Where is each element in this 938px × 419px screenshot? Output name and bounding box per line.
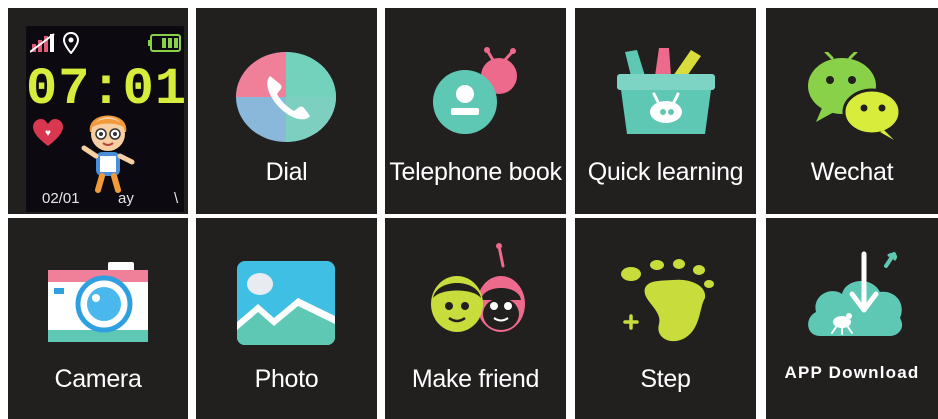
photo-icon: [237, 261, 335, 345]
watch-screen: 07:01 ♥ 02/01 ay \: [26, 26, 184, 212]
app-tile-dial[interactable]: Dial: [196, 8, 377, 214]
cartoon-kid-icon: [81, 115, 135, 193]
school-box-icon: [617, 48, 715, 134]
app-tile-step[interactable]: Step: [575, 218, 756, 419]
camera-icon: [48, 262, 148, 342]
cloud-download-icon: [808, 251, 903, 336]
watch-date: 02/01: [42, 190, 80, 207]
app-label: Step: [640, 365, 691, 393]
app-label: Camera: [54, 365, 142, 393]
app-tile-wechat[interactable]: Wechat: [766, 8, 938, 214]
app-label: Photo: [254, 365, 319, 393]
app-label: Dial: [265, 158, 308, 186]
app-label: Telephone book: [389, 158, 562, 186]
app-tile-camera[interactable]: Camera: [8, 218, 188, 419]
phone-icon: [236, 52, 336, 142]
app-tile-telephone-book[interactable]: Telephone book: [385, 8, 566, 214]
app-tile-make-friend[interactable]: Make friend: [385, 218, 566, 419]
app-label: Make friend: [411, 365, 540, 393]
watch-day-right: \: [174, 190, 179, 207]
battery-icon: [148, 34, 181, 52]
app-tile-app-download[interactable]: APP Download: [766, 218, 938, 419]
footprint-icon: [621, 259, 714, 342]
signal-icon: [30, 33, 55, 53]
heart-icon: ♥: [33, 119, 63, 146]
watch-face-tile: 07:01 ♥ 02/01 ay \: [8, 8, 188, 214]
app-tile-quick-learning[interactable]: Quick learning: [575, 8, 756, 214]
app-label: APP Download: [784, 363, 920, 382]
app-label: Wechat: [810, 158, 894, 186]
app-label: Quick learning: [587, 158, 744, 186]
svg-text:♥: ♥: [45, 128, 51, 139]
contacts-icon: [433, 47, 517, 134]
location-pin-icon: [63, 32, 79, 54]
wechat-icon: [808, 52, 902, 140]
watch-day: ay: [118, 190, 134, 207]
app-tile-photo[interactable]: Photo: [196, 218, 377, 419]
make-friend-icon: [431, 243, 525, 332]
